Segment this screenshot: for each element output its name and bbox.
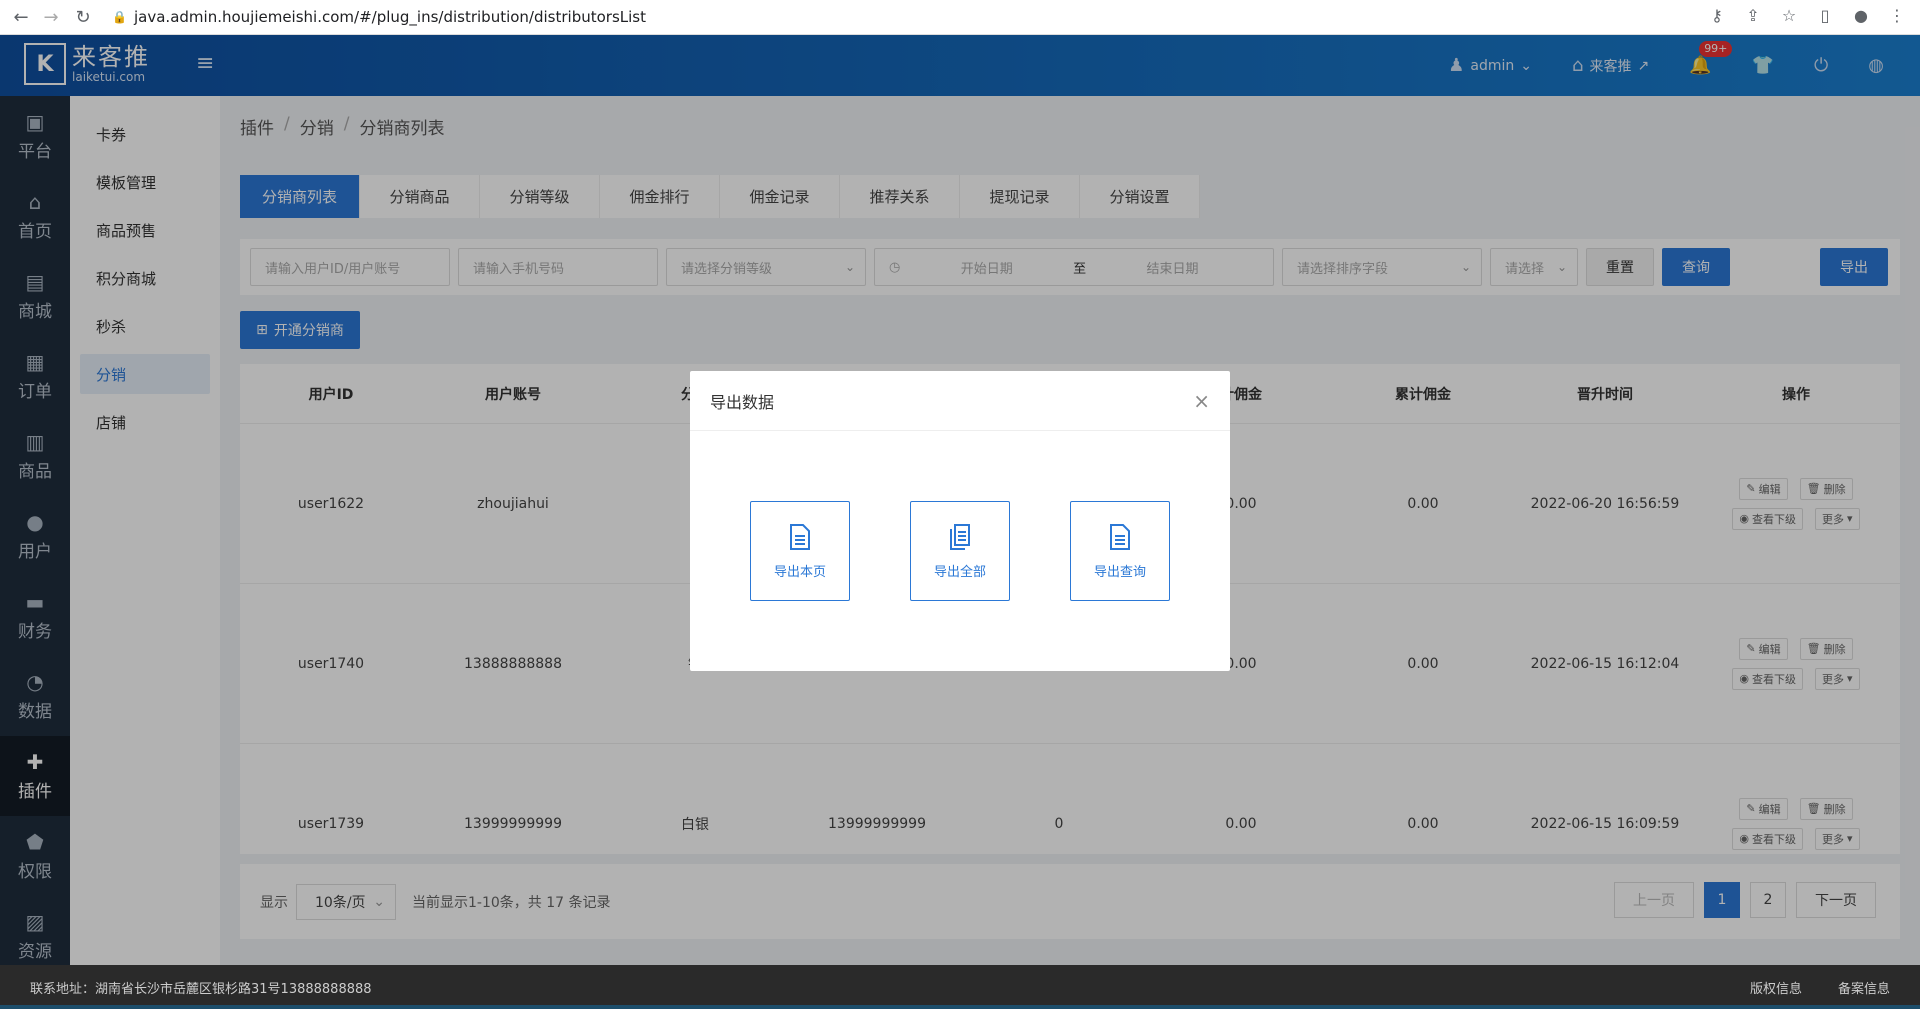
reload-icon[interactable]: ↻ (68, 2, 98, 32)
key-icon[interactable]: ⚷ (1706, 4, 1728, 26)
taskbar-strip (0, 1005, 1920, 1009)
document-icon (790, 523, 810, 550)
document-icon (1110, 523, 1130, 550)
documents-icon (950, 523, 970, 550)
star-icon[interactable]: ☆ (1778, 4, 1800, 26)
copyright-link[interactable]: 版权信息 (1750, 978, 1802, 997)
dialog-body: 导出本页 导出全部 导出查询 (690, 431, 1230, 601)
lock-icon: 🔒 (112, 10, 127, 24)
footer-address: 联系地址：湖南省长沙市岳麓区银杉路31号13888888888 (30, 981, 372, 997)
dialog-title: 导出数据 (710, 392, 775, 412)
export-dialog: 导出数据 × 导出本页 导出全部 导出查询 (690, 371, 1230, 671)
dialog-header: 导出数据 × (690, 371, 1230, 431)
export-all-button[interactable]: 导出全部 (910, 501, 1010, 601)
forward-icon[interactable]: → (36, 2, 66, 32)
address-bar[interactable]: 🔒 java.admin.houjiemeishi.com/#/plug_ins… (112, 4, 1792, 30)
url-text: java.admin.houjiemeishi.com/#/plug_ins/d… (134, 8, 646, 26)
share-icon[interactable]: ⇪ (1742, 4, 1764, 26)
export-query-button[interactable]: 导出查询 (1070, 501, 1170, 601)
browser-toolbar: ← → ↻ 🔒 java.admin.houjiemeishi.com/#/pl… (0, 0, 1920, 35)
menu-icon[interactable]: ⋮ (1886, 4, 1908, 26)
back-icon[interactable]: ← (6, 2, 36, 32)
sidepanel-icon[interactable]: ▯ (1814, 4, 1836, 26)
close-icon[interactable]: × (1193, 389, 1210, 413)
profile-icon[interactable]: ● (1850, 4, 1872, 26)
icp-link[interactable]: 备案信息 (1838, 978, 1890, 997)
export-page-button[interactable]: 导出本页 (750, 501, 850, 601)
footer: 联系地址：湖南省长沙市岳麓区银杉路31号13888888888 版权信息 备案信… (0, 965, 1920, 1009)
